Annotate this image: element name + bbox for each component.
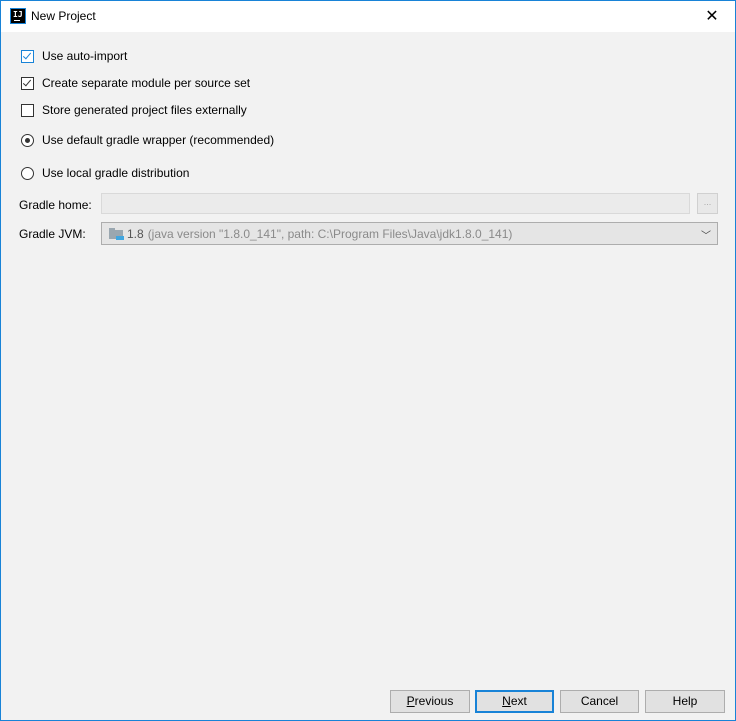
store-externally-label: Store generated project files externally <box>42 103 247 117</box>
gradle-home-browse-button[interactable]: ... <box>697 193 718 214</box>
help-button[interactable]: Help <box>645 690 725 713</box>
cancel-button[interactable]: Cancel <box>560 690 639 713</box>
checkbox-unchecked-icon <box>21 103 34 117</box>
next-label: ext <box>510 694 527 708</box>
use-auto-import-checkbox[interactable]: Use auto-import <box>21 49 127 63</box>
title-bar: IJ New Project ✕ <box>1 1 735 32</box>
previous-label: revious <box>414 694 454 708</box>
radio-selected-icon <box>21 133 34 147</box>
default-wrapper-radio[interactable]: Use default gradle wrapper (recommended) <box>21 133 274 147</box>
jvm-version: 1.8 <box>127 226 144 241</box>
close-button[interactable]: ✕ <box>689 1 735 32</box>
next-mnemonic: N <box>502 694 511 708</box>
intellij-app-icon: IJ <box>10 8 26 24</box>
local-distribution-radio[interactable]: Use local gradle distribution <box>21 166 189 180</box>
checkbox-checked-icon <box>21 76 34 90</box>
window-title: New Project <box>31 9 96 23</box>
default-wrapper-label: Use default gradle wrapper (recommended) <box>42 133 275 147</box>
separate-module-checkbox[interactable]: Create separate module per source set <box>21 76 250 90</box>
store-externally-checkbox[interactable]: Store generated project files externally <box>21 103 247 117</box>
app-icon-text: IJ <box>13 10 23 19</box>
chevron-down-icon: ﹀ <box>701 231 711 242</box>
new-project-dialog: IJ New Project ✕ Use auto-import Create … <box>0 0 736 721</box>
radio-unselected-icon <box>21 166 34 180</box>
gradle-jvm-select[interactable]: 1.8 (java version "1.8.0_141", path: C:\… <box>101 222 718 245</box>
gradle-home-label: Gradle home: <box>19 198 92 212</box>
close-icon: ✕ <box>705 8 719 25</box>
dialog-content: Use auto-import Create separate module p… <box>1 32 735 720</box>
next-button[interactable]: Next <box>475 690 554 713</box>
checkbox-checked-icon <box>21 49 34 63</box>
use-auto-import-label: Use auto-import <box>42 49 128 63</box>
gradle-home-input[interactable] <box>101 193 690 214</box>
gradle-jvm-label: Gradle JVM: <box>19 227 86 241</box>
jvm-detail: (java version "1.8.0_141", path: C:\Prog… <box>147 226 513 241</box>
local-distribution-label: Use local gradle distribution <box>42 166 190 180</box>
jdk-folder-icon <box>109 228 124 240</box>
previous-mnemonic: P <box>406 694 415 708</box>
previous-button[interactable]: Previous <box>390 690 470 713</box>
separate-module-label: Create separate module per source set <box>42 76 251 90</box>
